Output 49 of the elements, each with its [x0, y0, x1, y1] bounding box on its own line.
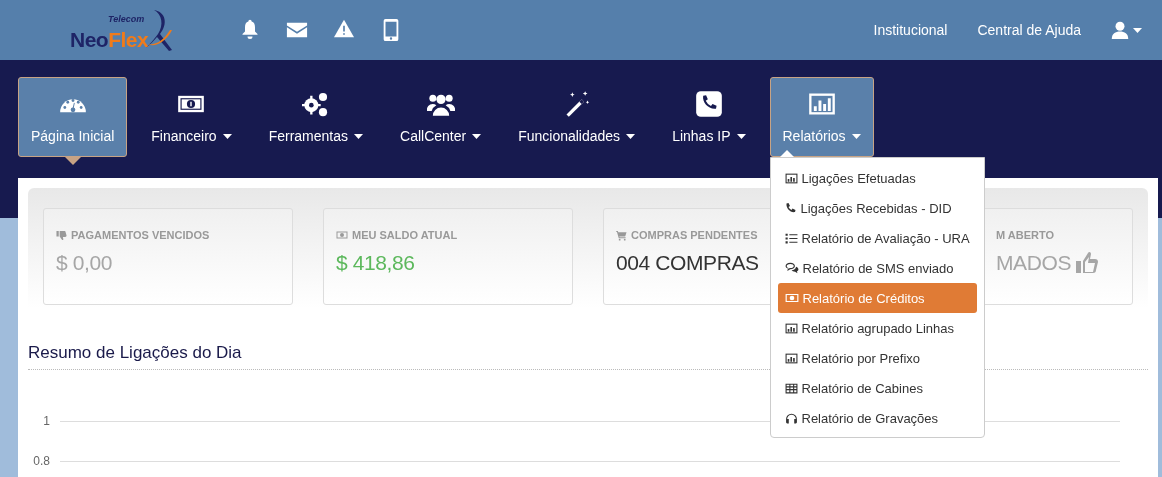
menu-item[interactable]: Ligações Efetuadas	[777, 163, 977, 193]
bell-icon	[240, 19, 260, 39]
axis-tick-label: 1	[42, 414, 50, 428]
thumbs-up-icon	[1075, 251, 1099, 275]
table-icon	[784, 381, 798, 395]
banknote-icon	[784, 291, 799, 305]
thumbs-down-icon	[56, 229, 67, 241]
menu-item[interactable]: Relatório de Avaliação - URA	[777, 223, 977, 253]
stat-value: 004 COMPRAS	[616, 251, 759, 275]
nav-tab[interactable]: Relatórios	[769, 77, 874, 157]
nav-tab[interactable]: Linhas IP	[659, 77, 759, 157]
menu-item[interactable]: Relatório de SMS enviado	[777, 253, 977, 283]
bar-chart-icon	[784, 351, 798, 365]
nav-tab[interactable]: Funcionalidades	[505, 77, 649, 157]
user-icon	[1111, 21, 1129, 39]
logo-wordmark: NeoFlex	[70, 28, 149, 52]
menu-item[interactable]: Relatório por Prefixo	[777, 343, 977, 373]
menu-item[interactable]: Relatório de Gravações	[777, 403, 977, 433]
cart-icon	[616, 229, 627, 241]
user-menu-button[interactable]	[1111, 21, 1142, 39]
menu-item[interactable]: Ligações Recebidas - DID	[777, 193, 977, 223]
stat-value: $ 0,00	[56, 251, 112, 275]
warning-icon	[334, 19, 354, 39]
stat-label: PAGAMENTOS VENCIDOS	[71, 229, 210, 241]
bar-chart-icon	[784, 321, 798, 335]
stat-value: MADOS	[996, 251, 1071, 275]
stat-label: COMPRAS PENDENTES	[631, 229, 758, 241]
banknote-icon	[336, 229, 348, 241]
menu-item[interactable]: Relatório agrupado Linhas	[777, 313, 977, 343]
stat-label: M ABERTO	[996, 229, 1055, 241]
phone-icon	[784, 202, 797, 214]
bar-chart-icon	[784, 171, 798, 185]
nav-tab[interactable]: Financeiro	[138, 77, 245, 157]
phone-icon	[694, 90, 723, 118]
header-link[interactable]: Institucional	[873, 22, 948, 38]
nav-tab[interactable]: Ferramentas	[255, 77, 376, 157]
list-icon	[784, 231, 798, 245]
section-title: Resumo de Ligações do Dia	[28, 343, 242, 363]
stat-value: $ 418,86	[336, 251, 415, 275]
nav-tab[interactable]: CallCenter	[387, 77, 495, 157]
logo-tagline: Telecom	[108, 14, 145, 24]
headphones-icon	[784, 411, 798, 425]
caret-icon	[1133, 27, 1142, 33]
stat-label: MEU SALDO ATUAL	[352, 229, 458, 241]
nav-tab[interactable]: Página Inicial	[18, 77, 128, 157]
speech-bubbles-icon	[784, 261, 799, 275]
header-link[interactable]: Central de Ajuda	[977, 22, 1081, 38]
menu-item[interactable]: Relatório de Cabines	[777, 373, 977, 403]
axis-tick-label: 0.8	[32, 454, 50, 468]
